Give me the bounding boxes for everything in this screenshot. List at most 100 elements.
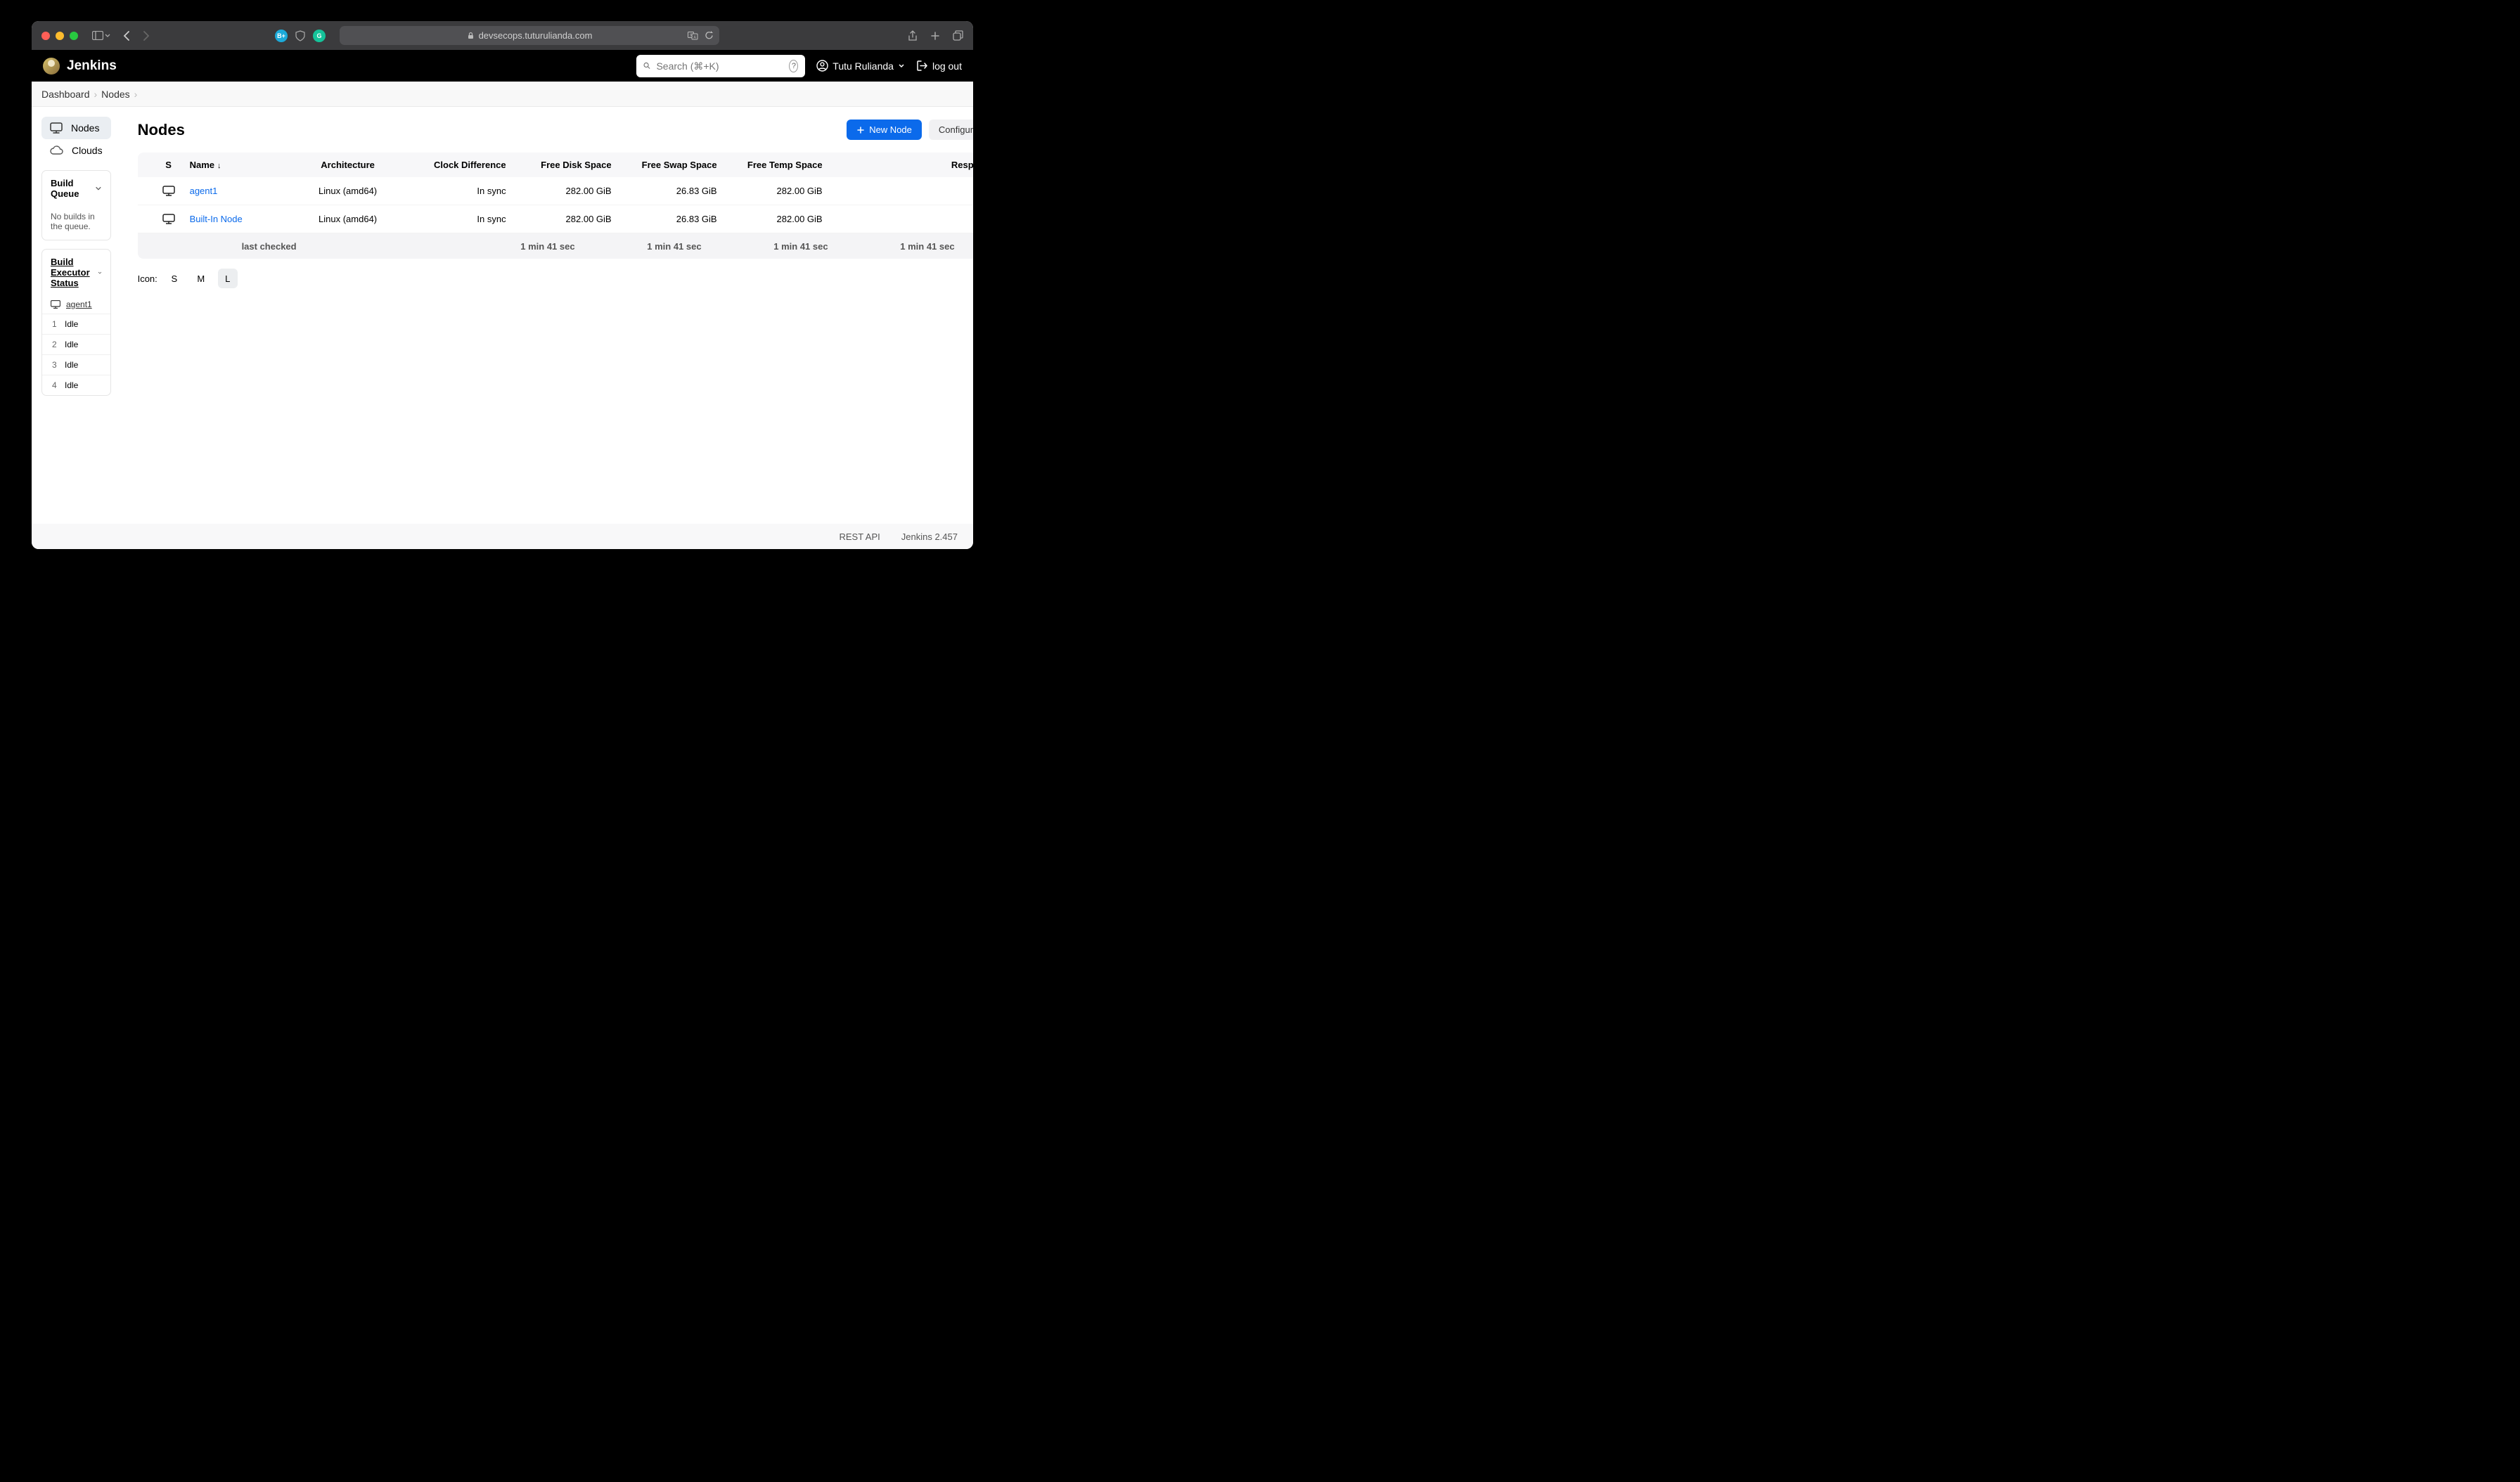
- minimize-window[interactable]: [56, 32, 64, 40]
- back-button[interactable]: [123, 31, 131, 41]
- sidebar-toggle-icon[interactable]: [92, 31, 110, 40]
- col-header-disk[interactable]: Free Disk Space: [506, 160, 612, 170]
- monitor-icon: [162, 186, 175, 196]
- new-tab-icon[interactable]: [930, 30, 940, 41]
- logout-link[interactable]: log out: [916, 60, 962, 72]
- extension-icon[interactable]: B+: [275, 30, 288, 42]
- cell-swap: 26.83 GiB: [612, 214, 717, 224]
- footer-disk: 1 min 41 sec: [596, 241, 702, 252]
- sidebar-item-label: Clouds: [72, 145, 103, 156]
- sort-down-icon: ↓: [217, 162, 221, 170]
- close-window[interactable]: [41, 32, 50, 40]
- app-header: Jenkins ? Tutu Rulianda log out: [32, 50, 973, 82]
- search-input[interactable]: [656, 60, 783, 72]
- chevron-down-icon: [898, 63, 905, 69]
- col-header-clock[interactable]: Clock Difference: [401, 160, 506, 170]
- sidebar-item-nodes[interactable]: Nodes: [41, 117, 111, 139]
- search-icon: [643, 60, 650, 71]
- translate-icon[interactable]: 文A: [688, 32, 699, 40]
- cell-resp: 0ms: [823, 214, 973, 224]
- user-icon: [816, 60, 828, 72]
- configure-monitors-button[interactable]: Configure Monitors: [929, 120, 973, 140]
- icon-size-label: Icon:: [138, 273, 158, 284]
- monitor-icon: [50, 122, 63, 134]
- node-link[interactable]: agent1: [190, 186, 218, 196]
- brand-text: Jenkins: [67, 58, 117, 74]
- sidebar-item-label: Nodes: [71, 122, 99, 134]
- build-queue-header[interactable]: Build Queue: [42, 171, 110, 206]
- panel-title: Build Executor Status: [51, 257, 98, 288]
- cell-disk: 282.00 GiB: [506, 186, 612, 196]
- logout-label: log out: [932, 60, 962, 72]
- cloud-icon: [50, 146, 63, 155]
- cell-temp: 282.00 GiB: [717, 214, 823, 224]
- forward-button[interactable]: [141, 31, 150, 41]
- grammarly-icon[interactable]: G: [313, 30, 326, 42]
- footer-temp: 1 min 41 sec: [849, 241, 955, 252]
- page-title: Nodes: [138, 121, 185, 139]
- table-footer: last checked 1 min 41 sec 1 min 41 sec 1…: [138, 233, 973, 259]
- chevron-right-icon: ›: [134, 89, 138, 100]
- col-header-name[interactable]: Name↓: [190, 160, 295, 170]
- node-link[interactable]: Built-In Node: [190, 214, 243, 224]
- col-header-resp[interactable]: Response Time: [823, 160, 973, 170]
- lock-icon: [467, 32, 475, 39]
- table-header: S Name↓ Architecture Clock Difference Fr…: [138, 153, 973, 177]
- col-header-temp[interactable]: Free Temp Space: [717, 160, 823, 170]
- footer-clock: 1 min 41 sec: [470, 241, 575, 252]
- footer-swap: 1 min 41 sec: [723, 241, 828, 252]
- chevron-down-icon: [95, 185, 102, 192]
- sidebar-item-clouds[interactable]: Clouds: [41, 139, 111, 162]
- cell-clock: In sync: [401, 186, 506, 196]
- logout-icon: [916, 60, 928, 72]
- cell-temp: 282.00 GiB: [717, 186, 823, 196]
- chevron-right-icon: ›: [94, 89, 98, 100]
- maximize-window[interactable]: [70, 32, 78, 40]
- build-queue-empty: No builds in the queue.: [42, 206, 110, 240]
- reload-icon[interactable]: [705, 31, 714, 40]
- share-icon[interactable]: [908, 30, 918, 41]
- breadcrumb-dashboard[interactable]: Dashboard: [41, 89, 90, 100]
- plus-icon: [856, 126, 865, 134]
- executor-row: 3Idle: [42, 354, 110, 375]
- shield-icon[interactable]: [295, 30, 306, 42]
- icon-size-s[interactable]: S: [165, 269, 184, 288]
- breadcrumb-nodes[interactable]: Nodes: [101, 89, 129, 100]
- table-row: agent1 Linux (amd64) In sync 282.00 GiB …: [138, 177, 973, 205]
- jenkins-logo[interactable]: Jenkins: [43, 58, 117, 75]
- cell-resp: 88ms: [823, 186, 973, 196]
- executor-row: 2Idle: [42, 334, 110, 354]
- user-menu[interactable]: Tutu Rulianda: [816, 60, 905, 72]
- icon-size-m[interactable]: M: [191, 269, 211, 288]
- help-icon[interactable]: ?: [789, 60, 798, 72]
- search-box[interactable]: ?: [636, 55, 805, 77]
- panel-title: Build Queue: [51, 178, 95, 199]
- window-controls: [41, 32, 78, 40]
- cell-clock: In sync: [401, 214, 506, 224]
- table-row: Built-In Node Linux (amd64) In sync 282.…: [138, 205, 973, 233]
- executor-row: 1Idle: [42, 314, 110, 334]
- build-queue-panel: Build Queue No builds in the queue.: [41, 170, 111, 240]
- browser-chrome: B+ G devsecops.tuturulianda.com 文A: [32, 21, 973, 50]
- executor-status-header[interactable]: Build Executor Status: [42, 250, 110, 295]
- sidebar: Nodes Clouds Build Queue No builds in th…: [32, 107, 121, 524]
- executor-row: 4Idle: [42, 375, 110, 395]
- agent-name: agent1: [66, 299, 92, 309]
- rest-api-link[interactable]: REST API: [839, 531, 880, 542]
- jenkins-version: Jenkins 2.457: [901, 531, 958, 542]
- executor-status-panel: Build Executor Status agent1 1Idle 2Idle…: [41, 249, 111, 396]
- nodes-table: S Name↓ Architecture Clock Difference Fr…: [138, 153, 973, 259]
- new-node-button[interactable]: New Node: [847, 120, 922, 140]
- chevron-down-icon: [98, 269, 102, 276]
- url-bar[interactable]: devsecops.tuturulianda.com 文A: [340, 26, 719, 45]
- user-name: Tutu Rulianda: [832, 60, 894, 72]
- col-header-status[interactable]: S: [148, 160, 190, 170]
- executor-agent-link[interactable]: agent1: [42, 295, 110, 314]
- col-header-arch[interactable]: Architecture: [295, 160, 401, 170]
- jenkins-logo-icon: [43, 58, 60, 75]
- icon-size-l[interactable]: L: [218, 269, 238, 288]
- cell-arch: Linux (amd64): [295, 186, 401, 196]
- tabs-icon[interactable]: [953, 30, 963, 41]
- monitor-icon: [162, 214, 175, 224]
- col-header-swap[interactable]: Free Swap Space: [612, 160, 717, 170]
